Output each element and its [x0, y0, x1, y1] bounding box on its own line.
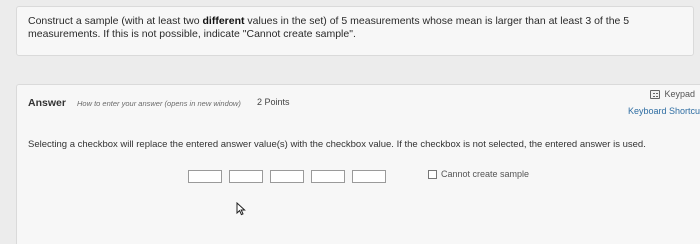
mouse-pointer-icon: [236, 202, 246, 216]
answer-label: Answer: [28, 97, 66, 109]
answer-inputs-row: [188, 170, 386, 183]
page: Construct a sample (with at least two di…: [0, 0, 700, 244]
question-text-bold: different: [202, 15, 245, 27]
answer-panel: Answer How to enter your answer (opens i…: [16, 84, 700, 244]
question-text-prefix: Construct a sample (with at least two: [28, 15, 203, 27]
cannot-create-sample-option[interactable]: Cannot create sample: [428, 169, 529, 179]
keypad-label: Keypad: [664, 89, 695, 99]
answer-points: 2 Points: [257, 97, 290, 107]
answer-input-5[interactable]: [352, 170, 386, 183]
keyboard-shortcuts-link[interactable]: Keyboard Shortcuts: [628, 106, 700, 116]
answer-input-1[interactable]: [188, 170, 222, 183]
question-text: Construct a sample (with at least two di…: [28, 15, 688, 41]
cannot-create-sample-label: Cannot create sample: [441, 169, 530, 179]
answer-input-2[interactable]: [229, 170, 263, 183]
keypad-icon: [650, 89, 661, 99]
cannot-create-sample-checkbox[interactable]: [428, 169, 437, 179]
question-panel: Construct a sample (with at least two di…: [16, 6, 694, 56]
keypad-button[interactable]: Keypad: [650, 89, 695, 99]
answer-help-link[interactable]: How to enter your answer (opens in new w…: [77, 99, 241, 108]
instruction-text: Selecting a checkbox will replace the en…: [28, 139, 646, 150]
answer-input-3[interactable]: [270, 170, 304, 183]
answer-input-4[interactable]: [311, 170, 345, 183]
